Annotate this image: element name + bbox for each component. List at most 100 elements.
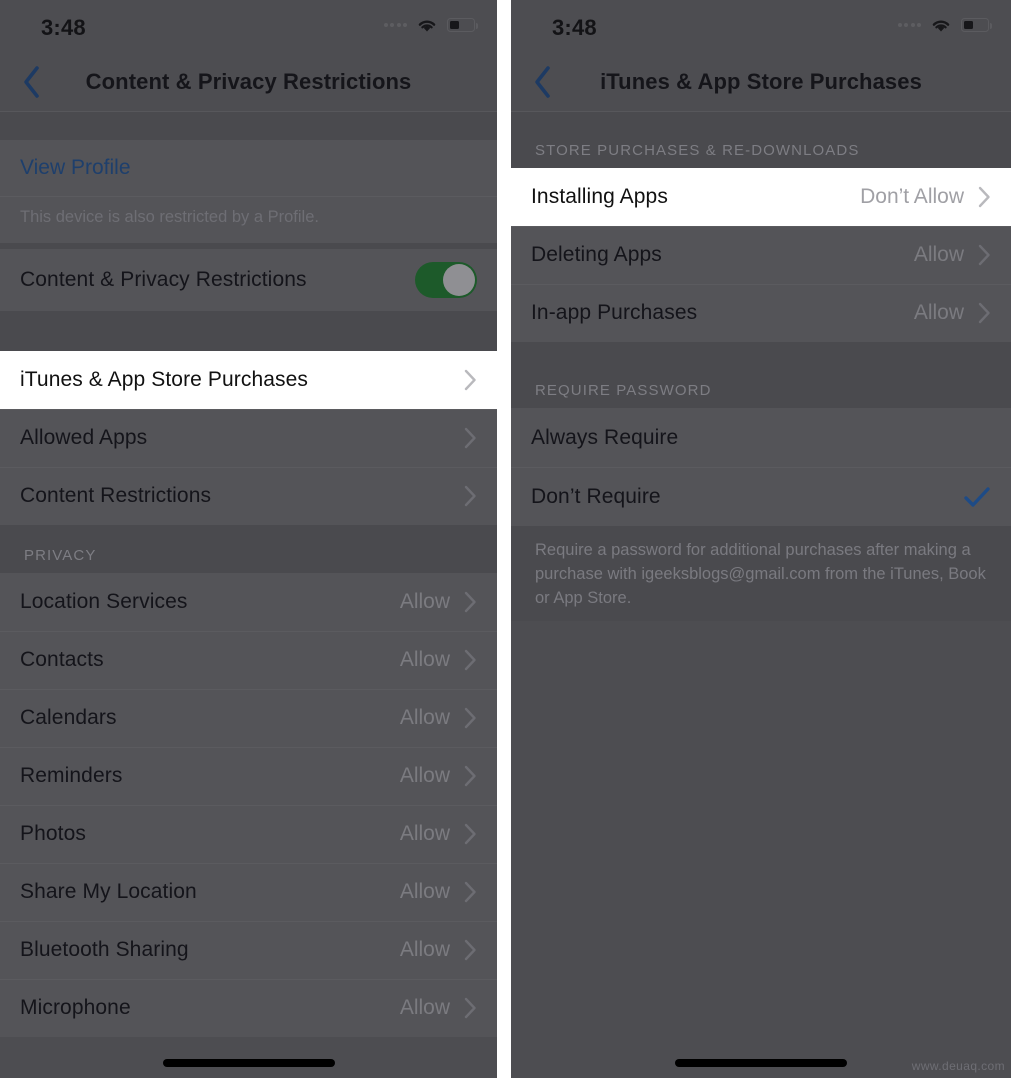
chevron-right-icon (464, 939, 477, 961)
row-label: Location Services (20, 590, 188, 613)
chevron-right-icon (464, 369, 477, 391)
right-status-bar: 3:48 (511, 0, 1011, 52)
chevron-right-icon (978, 186, 991, 208)
screen-divider (497, 0, 511, 1078)
section-header-require-password: REQUIRE PASSWORD (511, 342, 1011, 408)
cellular-signal-icon (897, 23, 921, 27)
page-title: Content & Privacy Restrictions (85, 68, 412, 94)
row-value: Allow (399, 590, 450, 613)
list-spacer (0, 311, 497, 351)
require-password-group: Always Require Don’t Require (511, 408, 1011, 526)
row-value: Allow (913, 243, 964, 266)
row-label: Always Require (531, 425, 679, 449)
chevron-right-icon (464, 427, 477, 449)
row-itunes-app-store-purchases[interactable]: iTunes & App Store Purchases (0, 351, 497, 409)
row-value: Allow (399, 880, 450, 903)
page-title: iTunes & App Store Purchases (600, 68, 922, 94)
row-label: Microphone (20, 996, 131, 1019)
row-label: Allowed Apps (20, 426, 148, 449)
chevron-right-icon (464, 649, 477, 671)
list-spacer (0, 112, 497, 140)
status-indicators (897, 17, 992, 33)
row-value: Allow (399, 938, 450, 961)
row-value: Allow (399, 996, 450, 1019)
chevron-right-icon (978, 244, 991, 266)
back-button[interactable] (521, 60, 565, 104)
view-profile-label: View Profile (20, 156, 131, 179)
site-watermark: www.deuaq.com (911, 1059, 1005, 1073)
section-header-privacy: PRIVACY (0, 525, 497, 573)
table-row[interactable]: Photos Allow (0, 805, 497, 863)
row-label: Don’t Require (531, 484, 661, 508)
table-row[interactable]: Calendars Allow (0, 689, 497, 747)
checkmark-icon (963, 485, 991, 509)
row-label: Photos (20, 822, 86, 845)
row-label: Installing Apps (531, 185, 668, 208)
row-content-privacy-restrictions[interactable]: Content & Privacy Restrictions (0, 249, 497, 311)
row-value: Allow (399, 706, 450, 729)
right-nav-bar: iTunes & App Store Purchases (511, 52, 1011, 112)
cellular-signal-icon (383, 23, 407, 27)
home-indicator[interactable] (675, 1059, 847, 1067)
table-row[interactable]: Microphone Allow (0, 979, 497, 1037)
row-label: In-app Purchases (531, 301, 698, 324)
chevron-left-icon (533, 65, 553, 99)
table-row[interactable]: Bluetooth Sharing Allow (0, 921, 497, 979)
right-settings-list: STORE PURCHASES & RE-DOWNLOADS Installin… (511, 112, 1011, 621)
row-allowed-apps[interactable]: Allowed Apps (0, 409, 497, 467)
table-row[interactable]: Share My Location Allow (0, 863, 497, 921)
status-clock: 3:48 (552, 15, 597, 40)
row-deleting-apps[interactable]: Deleting Apps Allow (511, 226, 1011, 284)
left-status-bar: 3:48 (0, 0, 497, 52)
status-indicators (383, 17, 478, 33)
privacy-group: Location Services Allow Contacts Allow C… (0, 573, 497, 1037)
row-label: Deleting Apps (531, 243, 662, 266)
chevron-right-icon (464, 823, 477, 845)
back-button[interactable] (10, 60, 54, 104)
section-header-store-purchases: STORE PURCHASES & RE-DOWNLOADS (511, 112, 1011, 168)
chevron-right-icon (464, 765, 477, 787)
table-row[interactable]: Reminders Allow (0, 747, 497, 805)
home-indicator[interactable] (162, 1059, 335, 1067)
row-installing-apps[interactable]: Installing Apps Don’t Allow (511, 168, 1011, 226)
row-content-restrictions[interactable]: Content Restrictions (0, 467, 497, 525)
store-purchases-group: Installing Apps Don’t Allow Deleting App… (511, 168, 1011, 342)
row-label: Bluetooth Sharing (20, 938, 189, 961)
chevron-right-icon (464, 485, 477, 507)
profile-description: This device is also restricted by a Prof… (0, 196, 497, 243)
row-label: Reminders (20, 764, 123, 787)
profile-group: View Profile This device is also restric… (0, 140, 497, 243)
row-value: Allow (399, 822, 450, 845)
row-in-app-purchases[interactable]: In-app Purchases Allow (511, 284, 1011, 342)
option-dont-require[interactable]: Don’t Require (511, 467, 1011, 526)
chevron-right-icon (464, 591, 477, 613)
left-settings-list: View Profile This device is also restric… (0, 112, 497, 1037)
require-password-footnote: Require a password for additional purcha… (511, 526, 1011, 621)
row-value: Allow (399, 764, 450, 787)
row-label: Calendars (20, 706, 117, 729)
status-clock: 3:48 (41, 15, 86, 40)
chevron-left-icon (22, 65, 42, 99)
right-phone-screen: 3:48 iTunes & App Store Purchases STORE … (511, 0, 1011, 1078)
row-label: Contacts (20, 648, 104, 671)
content-privacy-restrictions-toggle[interactable] (415, 262, 477, 298)
wifi-icon (416, 17, 438, 33)
row-value: Allow (399, 648, 450, 671)
chevron-right-icon (464, 997, 477, 1019)
row-label: Content & Privacy Restrictions (20, 268, 307, 291)
dual-screenshot-container: 3:48 Content & Privacy Restrictions View… (0, 0, 1011, 1078)
option-always-require[interactable]: Always Require (511, 408, 1011, 467)
table-row[interactable]: Contacts Allow (0, 631, 497, 689)
chevron-right-icon (464, 707, 477, 729)
chevron-right-icon (464, 881, 477, 903)
battery-low-icon (961, 18, 992, 32)
left-nav-bar: Content & Privacy Restrictions (0, 52, 497, 112)
row-label: Share My Location (20, 880, 197, 903)
left-phone-screen: 3:48 Content & Privacy Restrictions View… (0, 0, 497, 1078)
wifi-icon (930, 17, 952, 33)
view-profile-link[interactable]: View Profile (0, 140, 497, 196)
restrictions-group: iTunes & App Store Purchases Allowed App… (0, 351, 497, 525)
table-row[interactable]: Location Services Allow (0, 573, 497, 631)
battery-low-icon (447, 18, 478, 32)
row-value: Don’t Allow (860, 185, 964, 208)
